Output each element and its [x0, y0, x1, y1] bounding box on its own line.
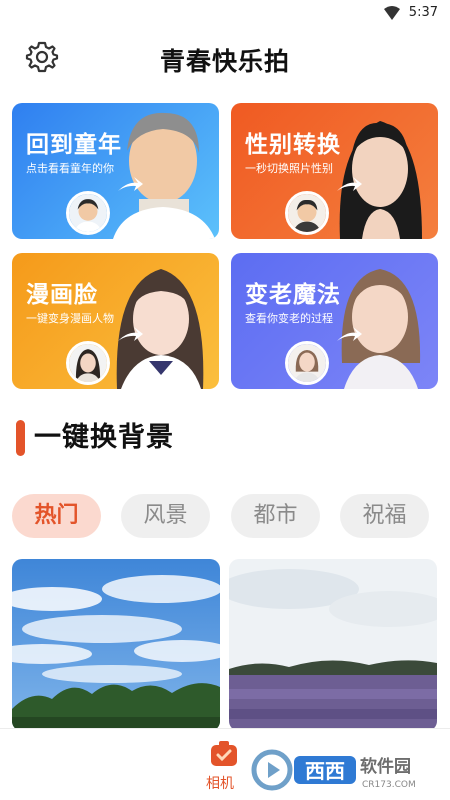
feature-card-childhood[interactable]: 回到童年 点击看看童年的你 [12, 103, 219, 239]
card-subtitle: 一秒切换照片性别 [245, 162, 333, 175]
card-title: 变老魔法 [245, 282, 341, 308]
card-subtitle: 一键变身漫画人物 [26, 312, 114, 325]
avatar [285, 191, 329, 235]
status-time: 5:37 [408, 5, 438, 20]
category-chip-scenery[interactable]: 风景 [121, 494, 210, 538]
arrow-icon [337, 177, 362, 191]
card-title: 回到童年 [26, 132, 122, 158]
lavender-field-image [229, 559, 437, 731]
app-header: 青春快乐拍 [0, 30, 450, 86]
card-title: 漫画脸 [26, 282, 98, 308]
feature-card-gender-swap[interactable]: 性别转换 一秒切换照片性别 [231, 103, 438, 239]
card-subtitle: 查看你变老的过程 [245, 312, 333, 325]
site-watermark-logo: 西西 软件园 CR173.COM [251, 749, 416, 791]
status-bar: 5:37 [0, 0, 450, 26]
avatar [66, 341, 110, 385]
arrow-icon [337, 327, 362, 341]
portrait-image [341, 269, 421, 389]
app-title: 青春快乐拍 [159, 47, 290, 76]
camera-icon[interactable] [210, 741, 238, 767]
category-chip-city[interactable]: 都市 [231, 494, 320, 538]
background-thumbnail-sky[interactable] [12, 559, 220, 731]
wifi-icon [384, 6, 400, 20]
category-chip-hot[interactable]: 热门 [12, 494, 101, 538]
arrow-icon [118, 327, 143, 341]
svg-text:软件园: 软件园 [360, 756, 411, 777]
section-title: 一键换背景 [34, 422, 174, 453]
avatar [285, 341, 329, 385]
portrait-image [339, 121, 422, 239]
feature-card-aging[interactable]: 变老魔法 查看你变老的过程 [231, 253, 438, 389]
category-chip-blessing[interactable]: 祝福 [340, 494, 429, 538]
camera-tab-label[interactable]: 相机 [206, 773, 234, 793]
section-accent-bar [16, 420, 25, 456]
card-title: 性别转换 [245, 132, 341, 158]
arrow-icon [118, 177, 143, 191]
portrait-image [113, 112, 215, 239]
card-subtitle: 点击看看童年的你 [26, 162, 114, 175]
svg-text:西西: 西西 [305, 759, 345, 783]
sky-forest-image [12, 559, 220, 731]
portrait-image [116, 269, 204, 389]
svg-text:CR173.COM: CR173.COM [362, 780, 416, 790]
feature-card-comic-face[interactable]: 漫画脸 一键变身漫画人物 [12, 253, 219, 389]
avatar [66, 191, 110, 235]
background-thumbnail-lavender[interactable] [229, 559, 437, 731]
